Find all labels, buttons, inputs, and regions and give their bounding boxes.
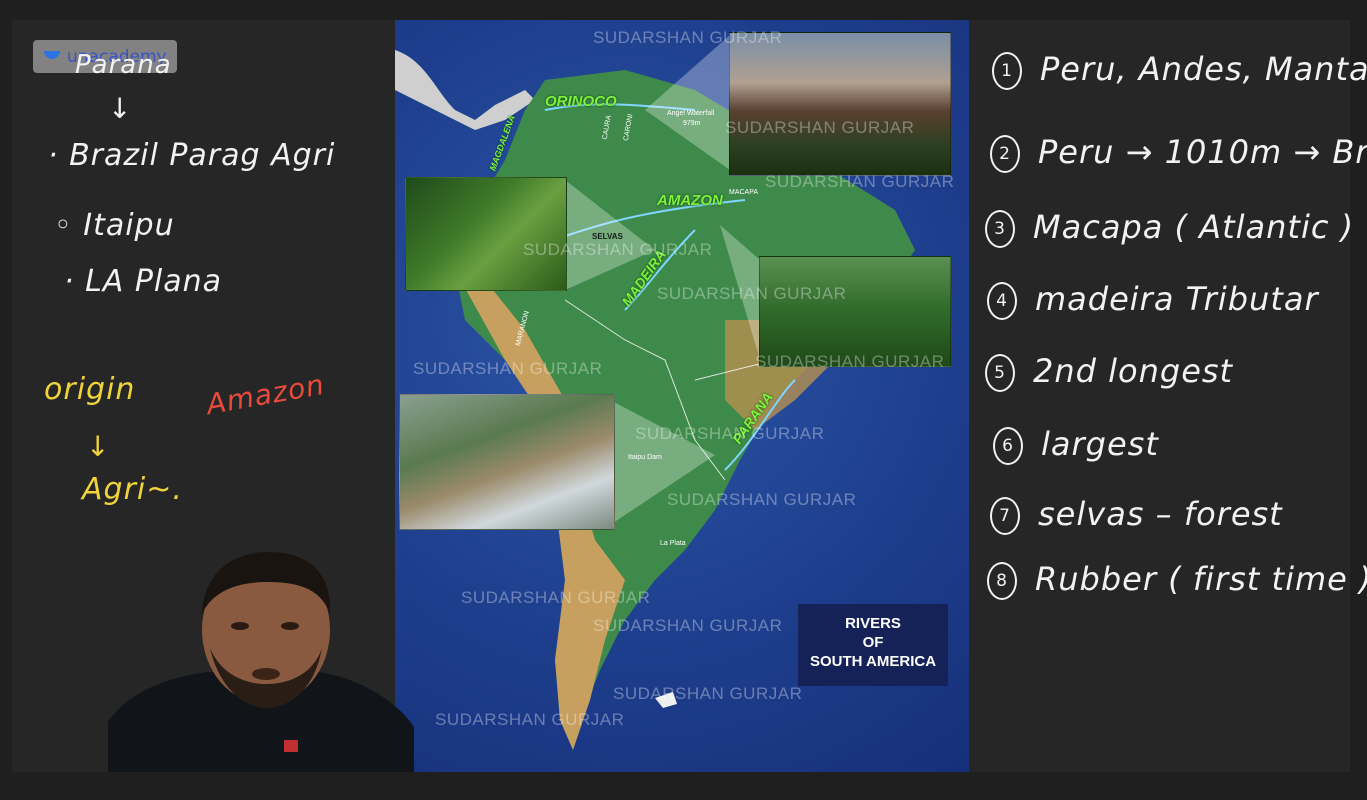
amazon-river-photo xyxy=(759,256,951,367)
note-row-5: 5 2nd longest xyxy=(985,352,1233,392)
watermark: SUDARSHAN GURJAR xyxy=(523,240,713,259)
note-row-8: 8 Rubber ( first time ) xyxy=(987,560,1367,600)
note-number: 1 xyxy=(992,52,1022,90)
map-title-line: RIVERS xyxy=(845,615,901,632)
note-number: 4 xyxy=(987,282,1017,320)
note-text: 2nd longest xyxy=(1033,352,1234,390)
watermark: SUDARSHAN GURJAR xyxy=(725,118,915,137)
note-number: 2 xyxy=(990,135,1020,173)
label-angel-height: 979m xyxy=(683,120,701,127)
label-amazon: AMAZON xyxy=(657,192,723,209)
note-text: madeira Tributar xyxy=(1035,280,1319,318)
watermark: SUDARSHAN GURJAR xyxy=(765,172,955,191)
note-number: 8 xyxy=(987,562,1017,600)
note-text: Peru → 1010m → Brazil xyxy=(1038,133,1367,171)
note-text: Macapa ( Atlantic ) xyxy=(1033,208,1355,246)
presenter-webcam xyxy=(108,552,414,772)
note-number: 7 xyxy=(990,497,1020,535)
map-title-box: RIVERS OF SOUTH AMERICA xyxy=(798,604,948,686)
label-angel-falls: Angel Waterfall xyxy=(667,110,715,117)
watermark: SUDARSHAN GURJAR xyxy=(667,490,857,509)
label-la-plata: La Plata xyxy=(660,540,686,547)
label-orinoco: ORINOCO xyxy=(545,93,617,110)
note-la-plata: · LA Plana xyxy=(64,264,223,299)
label-itaipu: Itaipu Dam xyxy=(628,454,662,461)
note-text: Rubber ( first time ) xyxy=(1035,560,1367,598)
note-row-3: 3 Macapa ( Atlantic ) xyxy=(985,208,1354,248)
watermark: SUDARSHAN GURJAR xyxy=(593,616,783,635)
watermark: SUDARSHAN GURJAR xyxy=(635,424,825,443)
note-number: 3 xyxy=(985,210,1015,248)
note-itaipu: ◦ Itaipu xyxy=(54,208,175,243)
note-row-6: 6 largest xyxy=(993,425,1159,465)
note-text: Peru, Andes, Mantaro xyxy=(1040,50,1367,88)
watermark: SUDARSHAN GURJAR xyxy=(413,359,603,378)
map-title-line: SOUTH AMERICA xyxy=(809,653,937,670)
note-row-2: 2 Peru → 1010m → Brazil xyxy=(990,133,1367,173)
watermark: SUDARSHAN GURJAR xyxy=(755,352,945,371)
south-america-map: ORINOCO AMAZON MADEIRA PARANA MAGDALENA … xyxy=(395,20,969,772)
map-title-line: OF xyxy=(862,634,884,651)
watermark: SUDARSHAN GURJAR xyxy=(435,710,625,729)
watermark: SUDARSHAN GURJAR xyxy=(613,684,803,703)
note-row-4: 4 madeira Tributar xyxy=(987,280,1319,320)
note-row-7: 7 selvas – forest xyxy=(990,495,1283,535)
watermark: SUDARSHAN GURJAR xyxy=(593,28,783,47)
label-macapa: MACAPA xyxy=(729,189,759,196)
note-arrow: ↓ xyxy=(108,92,133,125)
note-agri: Agri~. xyxy=(82,472,183,507)
note-brazil: · Brazil Parag Agri xyxy=(48,138,336,173)
note-text: largest xyxy=(1041,425,1159,463)
watermark: SUDARSHAN GURJAR xyxy=(657,284,847,303)
note-parana: Parana xyxy=(75,50,172,80)
itaipu-dam-photo xyxy=(399,394,615,530)
note-number: 6 xyxy=(993,427,1023,465)
note-row-1: 1 Peru, Andes, Mantaro xyxy=(992,50,1367,90)
watermark: SUDARSHAN GURJAR xyxy=(461,588,651,607)
note-origin-arrow: ↓ xyxy=(86,430,111,463)
selvas-forest-photo xyxy=(405,177,567,291)
note-origin: origin xyxy=(44,372,136,407)
note-number: 5 xyxy=(985,354,1015,392)
note-text: selvas – forest xyxy=(1038,495,1283,533)
angel-falls-photo xyxy=(729,32,951,176)
unacademy-logo-icon xyxy=(44,50,60,59)
presenter-silhouette xyxy=(108,552,414,772)
